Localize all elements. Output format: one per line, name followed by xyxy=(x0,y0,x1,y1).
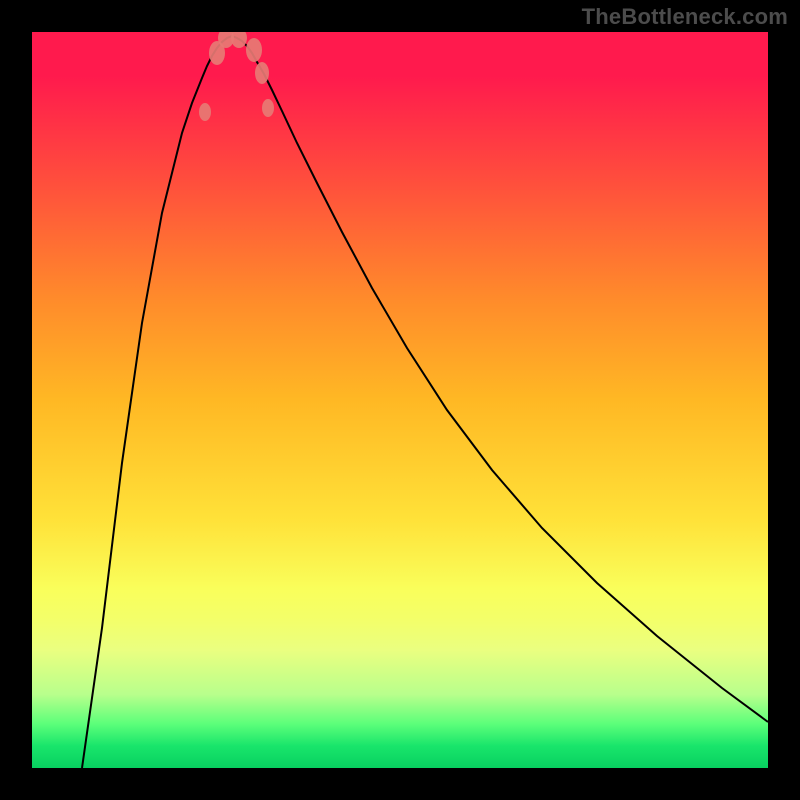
equilibrium-markers xyxy=(32,32,768,768)
outer-frame: TheBottleneck.com xyxy=(0,0,800,800)
watermark-link[interactable]: TheBottleneck.com xyxy=(582,4,788,29)
watermark[interactable]: TheBottleneck.com xyxy=(582,4,788,30)
plot-area xyxy=(32,32,768,768)
